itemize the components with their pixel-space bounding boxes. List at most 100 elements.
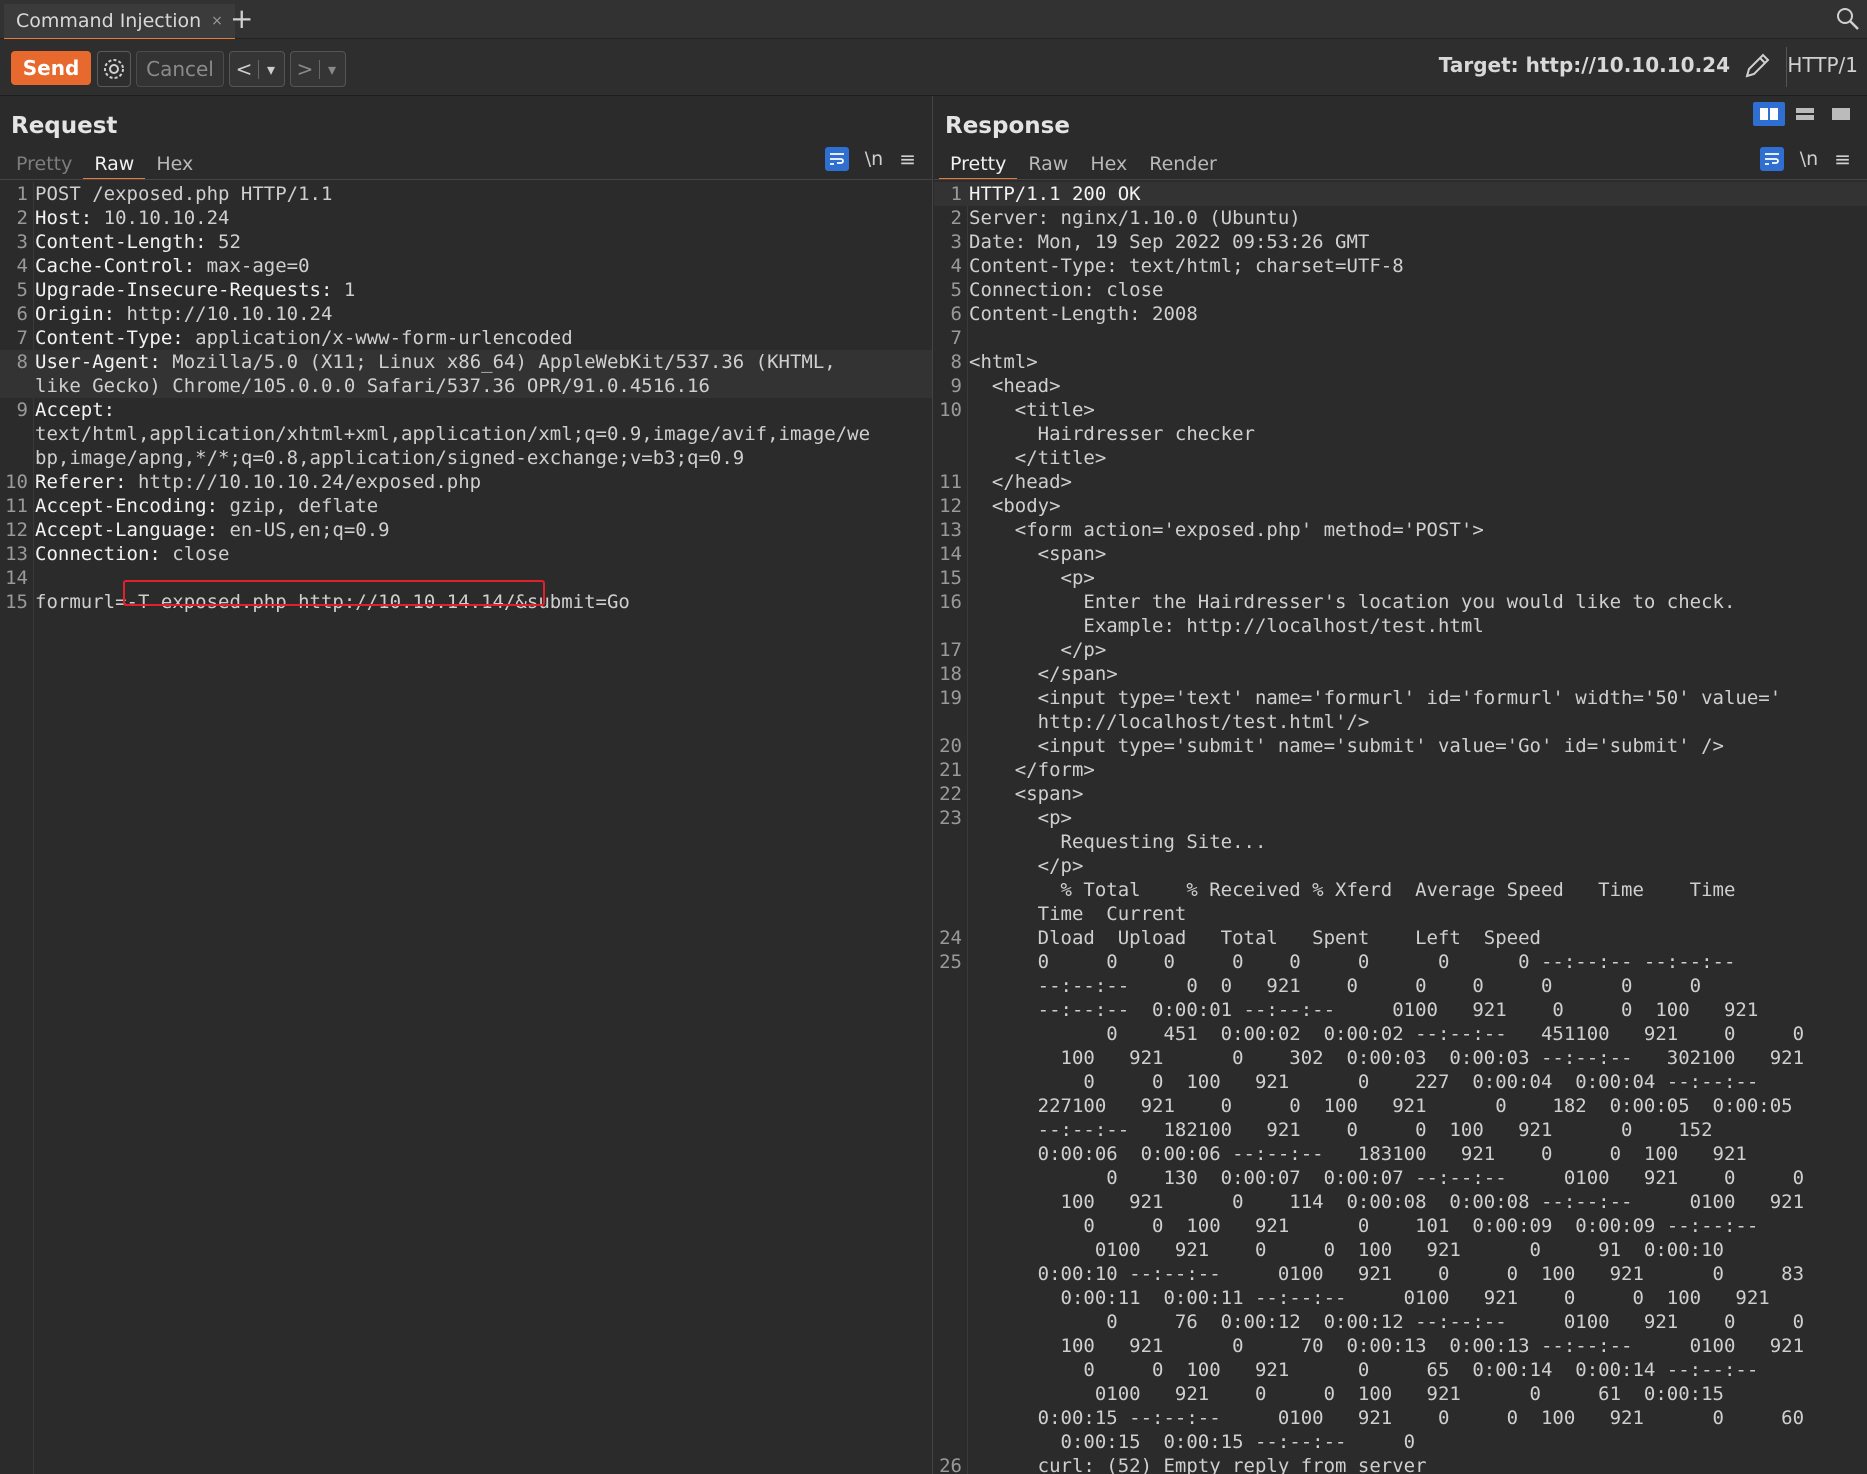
response-editor[interactable]: 1 HTTP/1.1 200 OK 2 Server: nginx/1.10.0 (U… xyxy=(934,182,1867,1474)
line-text: Date: Mon, 19 Sep 2022 09:53:26 GMT xyxy=(969,230,1369,254)
line-text: </head> xyxy=(969,470,1072,494)
line-number: 9 xyxy=(950,375,962,397)
header-value: 52 xyxy=(206,231,241,253)
settings-gear-icon[interactable] xyxy=(97,51,131,87)
line-text: 0 451 0:00:02 0:00:02 --:--:-- 451100 92… xyxy=(969,1022,1804,1046)
line-text: <form action='exposed.php' method='POST'… xyxy=(969,518,1484,542)
stacked-layout-icon[interactable] xyxy=(1789,102,1821,126)
line-content: Time Current xyxy=(969,903,1187,925)
line-content: Hairdresser checker xyxy=(969,423,1255,445)
wrap-lines-icon[interactable] xyxy=(824,147,849,171)
line-text: 0:00:15 0:00:15 --:--:-- 0 xyxy=(969,1430,1416,1454)
line-text: % Total % Received % Xferd Average Speed… xyxy=(969,878,1736,902)
request-editor[interactable]: 1 POST /exposed.php HTTP/1.1 2 Host: 10.10.… xyxy=(0,182,932,1474)
line-number: 6 xyxy=(950,303,962,325)
tab-command-injection[interactable]: Command Injection × xyxy=(4,4,235,40)
header-name: Host: xyxy=(35,207,93,229)
tab-render[interactable]: Render xyxy=(1138,150,1228,178)
code-line: 12 <body> xyxy=(934,494,1867,518)
request-panel: Request Pretty Raw Hex \n ≡ 1 POST /expos… xyxy=(0,96,933,1474)
line-number: 20 xyxy=(939,735,962,757)
code-line: text/html,application/xhtml+xml,applicat… xyxy=(0,422,932,446)
close-tab-icon[interactable]: × xyxy=(211,13,223,29)
line-number: 16 xyxy=(939,591,962,613)
line-text: Hairdresser checker xyxy=(969,422,1255,446)
line-content: <title> xyxy=(969,399,1095,421)
line-text: 0:00:11 0:00:11 --:--:-- 0100 921 0 0 10… xyxy=(969,1286,1770,1310)
tab-hex[interactable]: Hex xyxy=(145,150,204,178)
code-line: 23 <p> xyxy=(934,806,1867,830)
line-text: POST /exposed.php HTTP/1.1 xyxy=(35,182,332,206)
line-text: 227100 921 0 0 100 921 0 182 0:00:05 0:0… xyxy=(969,1094,1793,1118)
line-content: <span> xyxy=(969,783,1084,805)
menu-icon[interactable]: ≡ xyxy=(899,147,916,171)
request-view-tabs: Pretty Raw Hex xyxy=(5,150,204,180)
line-text: Time Current xyxy=(969,902,1187,926)
header-name: Content-Length: xyxy=(35,231,207,253)
side-by-side-layout-icon[interactable] xyxy=(1753,102,1785,126)
line-content: Dload Upload Total Spent Left Speed xyxy=(969,927,1541,949)
line-text: 0100 921 0 0 100 921 0 61 0:00:15 xyxy=(969,1382,1724,1406)
line-content: 0:00:10 --:--:-- 0100 921 0 0 100 921 0 … xyxy=(969,1263,1805,1285)
line-number: 10 xyxy=(5,471,28,493)
code-line: 0100 921 0 0 100 921 0 61 0:00:15 xyxy=(934,1382,1867,1406)
code-line: --:--:-- 182100 921 0 0 100 921 0 152 xyxy=(934,1118,1867,1142)
line-content: 0 0 0 0 0 0 0 0 --:--:-- --:--:-- xyxy=(969,951,1736,973)
header-value: http://10.10.10.24/exposed.php xyxy=(126,471,482,493)
search-icon[interactable] xyxy=(1835,6,1861,32)
code-line: 8 User-Agent: Mozilla/5.0 (X11; Linux x86… xyxy=(0,350,932,374)
show-newlines-icon[interactable]: \n xyxy=(1800,148,1818,170)
line-text: <p> xyxy=(969,566,1095,590)
tab-raw[interactable]: Raw xyxy=(83,150,146,180)
send-button[interactable]: Send xyxy=(11,51,91,85)
code-line: 0100 921 0 0 100 921 0 91 0:00:10 xyxy=(934,1238,1867,1262)
code-line: 15 <p> xyxy=(934,566,1867,590)
http-version-label[interactable]: HTTP/1 xyxy=(1787,53,1858,77)
response-panel: Response Pretty Raw Hex Render \n ≡ 1 HTT… xyxy=(934,96,1867,1474)
code-line: 17 </p> xyxy=(934,638,1867,662)
line-content: <head> xyxy=(969,375,1061,397)
back-button[interactable]: < xyxy=(230,57,258,81)
code-line: 2 Host: 10.10.10.24 xyxy=(0,206,932,230)
line-number: 8 xyxy=(16,351,28,373)
line-text: Origin: http://10.10.10.24 xyxy=(35,302,332,326)
divider xyxy=(0,179,932,180)
code-line: 16 Enter the Hairdresser's location you … xyxy=(934,590,1867,614)
single-panel-layout-icon[interactable] xyxy=(1825,102,1857,126)
line-text: Referer: http://10.10.10.24/exposed.php xyxy=(35,470,481,494)
forward-history-dropdown[interactable]: ▾ xyxy=(319,59,344,79)
code-line: 13 <form action='exposed.php' method='PO… xyxy=(934,518,1867,542)
tab-hex[interactable]: Hex xyxy=(1079,150,1138,178)
code-line: 1 HTTP/1.1 200 OK xyxy=(934,182,1867,206)
header-value: en-US,en;q=0.9 xyxy=(218,519,390,541)
line-number: 14 xyxy=(5,567,28,589)
line-number: 5 xyxy=(950,279,962,301)
line-text: 0 130 0:00:07 0:00:07 --:--:-- 0100 921 … xyxy=(969,1166,1804,1190)
add-tab-icon[interactable]: + xyxy=(230,4,253,34)
show-newlines-icon[interactable]: \n xyxy=(865,148,883,170)
line-content: http://localhost/test.html'/> xyxy=(969,711,1370,733)
menu-icon[interactable]: ≡ xyxy=(1834,147,1851,171)
wrap-lines-icon[interactable] xyxy=(1759,147,1784,171)
line-number: 13 xyxy=(939,519,962,541)
line-content: 0:00:06 0:00:06 --:--:-- 183100 921 0 0 … xyxy=(969,1143,1747,1165)
tab-raw[interactable]: Raw xyxy=(1017,150,1079,178)
line-number: 12 xyxy=(5,519,28,541)
tab-pretty[interactable]: Pretty xyxy=(939,150,1018,180)
response-editor-tools: \n ≡ xyxy=(1759,147,1851,171)
back-history-dropdown[interactable]: ▾ xyxy=(258,59,283,79)
line-text: 0:00:10 --:--:-- 0100 921 0 0 100 921 0 … xyxy=(969,1262,1804,1286)
cancel-button[interactable]: Cancel xyxy=(136,51,224,87)
edit-target-pencil-icon[interactable] xyxy=(1742,51,1772,81)
line-text: text/html,application/xhtml+xml,applicat… xyxy=(35,422,870,446)
line-text: Content-Length: 2008 xyxy=(969,302,1198,326)
line-text: Connection: close xyxy=(35,542,229,566)
code-line: Example: http://localhost/test.html xyxy=(934,614,1867,638)
code-line: 5 Upgrade-Insecure-Requests: 1 xyxy=(0,278,932,302)
forward-button[interactable]: > xyxy=(291,57,319,81)
header-name: Referer: xyxy=(35,471,127,493)
tab-pretty[interactable]: Pretty xyxy=(5,150,83,178)
line-text: </p> xyxy=(969,854,1084,878)
line-text: <title> xyxy=(969,398,1095,422)
line-number: 13 xyxy=(5,543,28,565)
